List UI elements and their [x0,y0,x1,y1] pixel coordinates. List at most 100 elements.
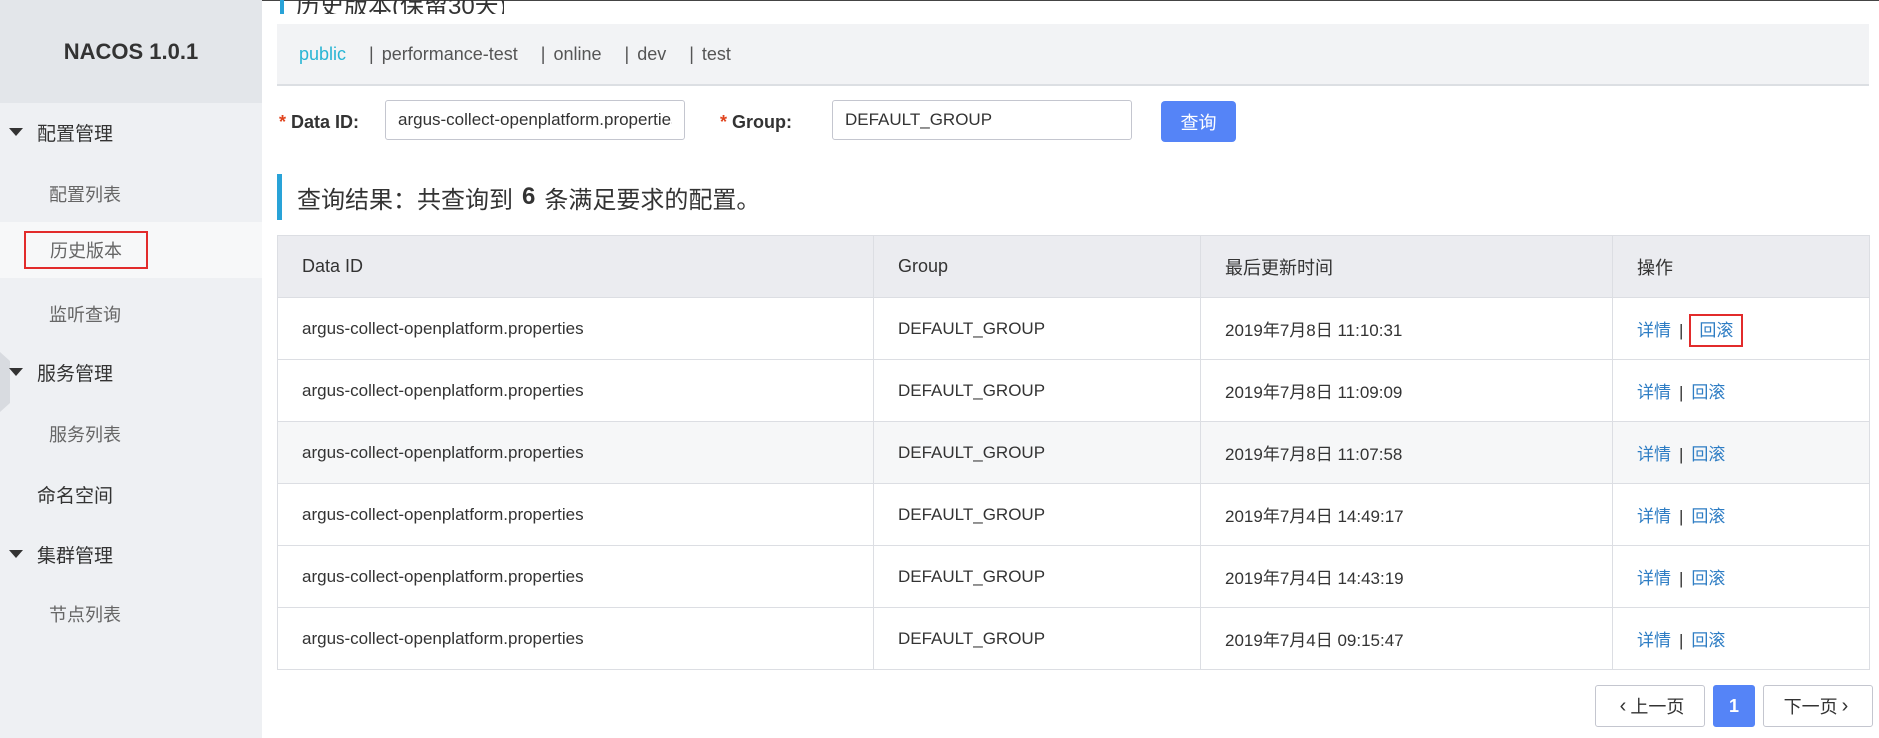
pagination: ‹ 上一页 1 下一页 › [262,685,1879,727]
brand-logo: NACOS 1.0.1 [0,0,262,103]
search-form: *Data ID: *Group: 查询 [277,100,1869,144]
namespace-separator: | [369,43,374,64]
sidebar: NACOS 1.0.1 配置管理 配置列表 历史版本 监听查询 服务管理 服务列… [0,0,262,738]
sidebar-group-label: 服务管理 [37,363,114,385]
action-separator: | [1679,321,1684,340]
search-button[interactable]: 查询 [1161,101,1236,142]
sidebar-item-label: 节点列表 [49,605,121,625]
cell-data-id: argus-collect-openplatform.properties [277,607,874,670]
sidebar-item-namespace[interactable]: 命名空间 [0,474,262,514]
cell-updated: 2019年7月8日 11:09:09 [1200,359,1613,422]
prev-page-button[interactable]: ‹ 上一页 [1595,685,1705,727]
sidebar-item-listener-query[interactable]: 监听查询 [0,286,262,342]
action-separator: | [1679,631,1684,650]
group-input[interactable] [832,100,1132,140]
namespace-separator: | [689,43,694,64]
sidebar-item-node-list[interactable]: 节点列表 [0,586,262,642]
caret-down-icon [9,550,23,558]
table-header-row: Data ID Group 最后更新时间 操作 [277,235,1870,298]
rollback-link[interactable]: 回滚 [1691,507,1725,526]
cell-group: DEFAULT_GROUP [873,421,1201,484]
cell-group: DEFAULT_GROUP [873,359,1201,422]
page-1-button[interactable]: 1 [1713,685,1755,727]
detail-link[interactable]: 详情 [1637,507,1671,526]
cell-updated: 2019年7月4日 14:43:19 [1200,545,1613,608]
cell-data-id: argus-collect-openplatform.properties [277,545,874,608]
page-title: 历史版本(保留30天) [280,0,504,14]
caret-down-icon [9,128,23,136]
cell-data-id: argus-collect-openplatform.properties [277,483,874,546]
table-row: argus-collect-openplatform.properties DE… [277,545,1870,608]
group-label: * Group: [720,112,793,132]
required-mark: * [279,112,287,132]
sidebar-item-label: 服务列表 [49,425,121,445]
rollback-link[interactable]: 回滚 [1691,445,1725,464]
data-id-input[interactable] [385,100,685,140]
sidebar-item-service-list[interactable]: 服务列表 [0,406,262,462]
result-summary: 查询结果：共查询到 6 条满足要求的配置。 [277,174,1177,220]
namespace-online[interactable]: online [553,44,601,65]
cell-data-id: argus-collect-openplatform.properties [277,359,874,422]
sidebar-item-config-list[interactable]: 配置列表 [0,166,262,222]
next-page-button[interactable]: 下一页 › [1763,685,1873,727]
cell-updated: 2019年7月4日 09:15:47 [1200,607,1613,670]
detail-link[interactable]: 详情 [1637,445,1671,464]
page-title-text: 历史版本(保留30天) [296,0,504,14]
namespace-separator: | [624,43,630,64]
detail-link[interactable]: 详情 [1637,569,1671,588]
detail-link[interactable]: 详情 [1637,321,1671,340]
cell-updated: 2019年7月8日 11:10:31 [1200,297,1613,360]
chevron-left-icon: ‹ [1619,694,1627,717]
namespace-performance-test[interactable]: performance-test [382,44,518,65]
action-separator: | [1679,445,1684,464]
result-suffix: 条满足要求的配置。 [544,186,761,214]
cell-group: DEFAULT_GROUP [873,607,1201,670]
sidebar-group-label: 配置管理 [37,123,114,145]
column-header-group: Group [873,235,1201,298]
rollback-link[interactable]: 回滚 [1689,314,1744,347]
rollback-link[interactable]: 回滚 [1691,631,1725,650]
cell-actions: 详情 | 回滚 [1612,297,1870,360]
chevron-right-icon: › [1841,694,1849,717]
detail-link[interactable]: 详情 [1637,631,1671,650]
table-row: argus-collect-openplatform.properties DE… [277,607,1870,670]
cell-group: DEFAULT_GROUP [873,483,1201,546]
prev-page-label: 上一页 [1630,697,1685,717]
sidebar-item-history[interactable]: 历史版本 [0,222,262,278]
namespace-dev[interactable]: dev [637,44,666,65]
cell-data-id: argus-collect-openplatform.properties [277,421,874,484]
result-prefix: 查询结果：共查询到 [297,186,513,214]
data-id-label: * Data ID: [279,112,360,132]
table-row: argus-collect-openplatform.properties DE… [277,483,1870,546]
cell-actions: 详情 | 回滚 [1612,607,1870,670]
namespace-test[interactable]: test [702,44,731,65]
sidebar-item-label: 配置列表 [49,185,121,205]
cell-actions: 详情 | 回滚 [1612,483,1870,546]
cell-actions: 详情 | 回滚 [1612,421,1870,484]
sidebar-item-label: 命名空间 [37,485,114,507]
sidebar-item-label: 历史版本 [24,231,148,269]
namespace-public[interactable]: public [299,44,346,65]
next-page-label: 下一页 [1783,697,1838,717]
rollback-link[interactable]: 回滚 [1691,383,1725,402]
sidebar-group-config[interactable]: 配置管理 [0,112,262,152]
cell-data-id: argus-collect-openplatform.properties [277,297,874,360]
rollback-link[interactable]: 回滚 [1691,569,1725,588]
column-header-updated: 最后更新时间 [1200,235,1613,298]
cell-group: DEFAULT_GROUP [873,297,1201,360]
detail-link[interactable]: 详情 [1637,383,1671,402]
history-table: Data ID Group 最后更新时间 操作 argus-collect-op… [277,235,1870,670]
cell-group: DEFAULT_GROUP [873,545,1201,608]
sidebar-group-label: 集群管理 [37,545,114,567]
column-header-actions: 操作 [1612,235,1870,298]
table-row: argus-collect-openplatform.properties DE… [277,297,1870,360]
cell-actions: 详情 | 回滚 [1612,545,1870,608]
cell-updated: 2019年7月4日 14:49:17 [1200,483,1613,546]
sidebar-item-label: 监听查询 [49,305,121,325]
sidebar-group-service[interactable]: 服务管理 [0,352,262,392]
cell-updated: 2019年7月8日 11:07:58 [1200,421,1613,484]
action-separator: | [1679,507,1684,526]
action-separator: | [1679,383,1684,402]
sidebar-group-cluster[interactable]: 集群管理 [0,534,262,574]
table-row: argus-collect-openplatform.properties DE… [277,421,1870,484]
